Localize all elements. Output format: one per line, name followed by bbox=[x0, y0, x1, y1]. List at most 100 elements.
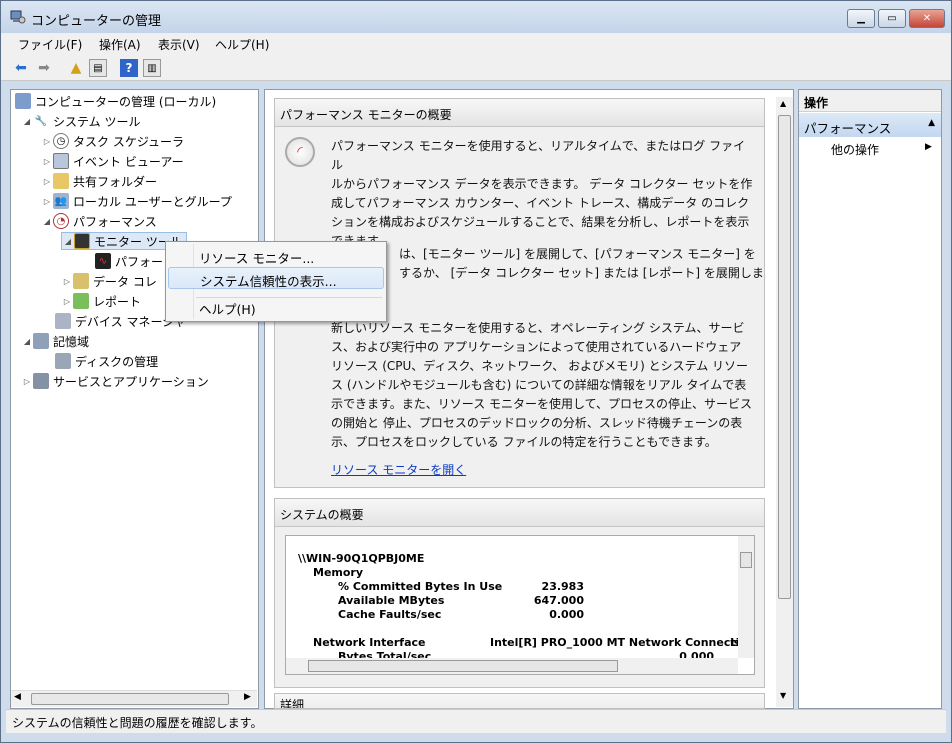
scroll-thumb[interactable] bbox=[778, 115, 791, 599]
back-icon[interactable]: ⬅ bbox=[12, 59, 30, 77]
computer-icon bbox=[15, 93, 31, 109]
actions-heading: 操作 bbox=[799, 90, 941, 112]
text-line: するか、 [データ コレクター セット] または [レポート] を展開しま bbox=[399, 266, 764, 280]
expand-arrow-icon[interactable]: ▷ bbox=[21, 377, 33, 386]
tree-item-disk-management[interactable]: ディスクの管理 bbox=[55, 352, 158, 370]
counter-name: Cache Faults/sec bbox=[338, 608, 442, 621]
collapse-arrow-icon[interactable]: ◢ bbox=[21, 117, 33, 126]
tree-label: レポート bbox=[93, 294, 142, 309]
system-summary-section: システムの概要 \\WIN-90Q1QPBJ0ME Memory % Commi… bbox=[274, 498, 765, 688]
summary-report-box: \\WIN-90Q1QPBJ0ME Memory % Committed Byt… bbox=[285, 535, 755, 675]
menu-help[interactable]: ヘルプ(H) bbox=[215, 36, 269, 53]
close-button[interactable]: ✕ bbox=[909, 9, 945, 28]
tree-label: データ コレ bbox=[93, 274, 157, 289]
tree-item-event-viewer[interactable]: ▷ イベント ビューアー bbox=[41, 152, 184, 170]
tree-item-data-collector[interactable]: ▷ データ コレ bbox=[61, 272, 157, 290]
actions-pane: 操作 パフォーマンス ▲ 他の操作 ▶ bbox=[798, 89, 942, 709]
scroll-down-icon[interactable]: ▼ bbox=[780, 691, 786, 700]
collapse-arrow-icon[interactable]: ◢ bbox=[21, 337, 33, 346]
collapse-arrow-icon[interactable]: ◢ bbox=[62, 237, 74, 246]
other-actions-item[interactable]: 他の操作 bbox=[831, 141, 879, 158]
counter-name: % Committed Bytes In Use bbox=[338, 580, 503, 593]
counter-value: 647.000 bbox=[533, 594, 584, 607]
users-icon: 👥 bbox=[53, 193, 69, 209]
scroll-right-icon[interactable]: ▶ bbox=[244, 692, 251, 702]
show-hide-action-icon[interactable]: ▥ bbox=[143, 59, 161, 77]
minimize-button[interactable]: ▁ bbox=[847, 9, 875, 28]
summary-vertical-scrollbar[interactable] bbox=[738, 536, 754, 658]
tree-item-storage[interactable]: ◢ 記憶域 bbox=[21, 332, 89, 350]
navigation-tree: コンピューターの管理 (ローカル) ◢ 🔧 システム ツール ▷ ◷ タスク スケジュー… bbox=[10, 89, 259, 709]
expand-arrow-icon[interactable]: ▷ bbox=[61, 297, 73, 306]
counter-value: 23.983 bbox=[541, 580, 584, 593]
menu-item-resource-monitor[interactable]: リソース モニター... bbox=[168, 245, 384, 267]
status-bar: システムの信頼性と問題の履歴を確認します。 bbox=[6, 709, 946, 733]
text-line: ルからパフォーマンス データを表示できます。 データ コレクター セットを作 bbox=[331, 177, 753, 191]
tree-item-reports[interactable]: ▷ レポート bbox=[61, 292, 141, 310]
counter-name: Available MBytes bbox=[338, 594, 445, 607]
text-line: リソース (CPU、ディスク、ネットワーク、 およびメモリ) とシステム リソー bbox=[331, 359, 749, 373]
overview-paragraph-3: 新しいリソース モニターを使用すると、オペレーティング システム、サービ ス、お… bbox=[331, 319, 756, 452]
scroll-left-icon[interactable]: ◀ bbox=[14, 692, 21, 702]
text-line: ス、および実行中の アプリケーションによって使用されているハードウェア bbox=[331, 340, 742, 354]
expand-arrow-icon[interactable]: ▷ bbox=[41, 137, 53, 146]
collapse-up-icon[interactable]: ▲ bbox=[928, 118, 935, 128]
overview-paragraph-2: は、[モニター ツール] を展開して、[パフォーマンス モニター] を するか、… bbox=[399, 245, 769, 283]
menu-item-reliability[interactable]: システム信頼性の表示... bbox=[168, 267, 384, 289]
performance-icon: ◔ bbox=[53, 213, 69, 229]
scroll-thumb[interactable] bbox=[308, 660, 618, 672]
title-bar[interactable]: コンピューターの管理 ▁ ▭ ✕ bbox=[1, 1, 951, 33]
open-resource-monitor-link[interactable]: リソース モニターを開く bbox=[331, 461, 481, 480]
menu-item-help[interactable]: ヘルプ(H) bbox=[168, 296, 384, 318]
tree-item-services-apps[interactable]: ▷ サービスとアプリケーション bbox=[21, 372, 209, 390]
expand-arrow-icon[interactable]: ▷ bbox=[41, 197, 53, 206]
tree-item-task-scheduler[interactable]: ▷ ◷ タスク スケジューラ bbox=[41, 132, 184, 150]
services-icon bbox=[33, 373, 49, 389]
summary-horizontal-scrollbar[interactable] bbox=[286, 658, 738, 674]
scroll-up-icon[interactable]: ▲ bbox=[780, 99, 786, 108]
actions-group-label: パフォーマンス bbox=[804, 121, 892, 136]
tree-item-performance[interactable]: ◢ ◔ パフォーマンス bbox=[41, 212, 157, 230]
tree-item-shared-folders[interactable]: ▷ 共有フォルダー bbox=[41, 172, 157, 190]
tools-icon: 🔧 bbox=[34, 115, 48, 127]
up-folder-icon[interactable]: ▲ bbox=[67, 59, 85, 77]
show-hide-tree-icon[interactable]: ▤ bbox=[89, 59, 107, 77]
clock-icon: ◷ bbox=[53, 133, 69, 149]
tree-item-local-users[interactable]: ▷ 👥 ローカル ユーザーとグループ bbox=[41, 192, 232, 210]
expand-arrow-icon[interactable]: ▷ bbox=[41, 157, 53, 166]
text-line: 示、プロセスをロックしている ファイルの特定を行うこともできます。 bbox=[331, 435, 717, 449]
text-line: は、[モニター ツール] を展開して、[パフォーマンス モニター] を bbox=[399, 247, 756, 261]
perf-monitor-icon: ∿ bbox=[95, 253, 111, 269]
text-line: ス (ハンドルやモジュールも含む) についての詳細な情報をリアル タイムで表 bbox=[331, 378, 747, 392]
menu-view[interactable]: 表示(V) bbox=[158, 36, 200, 53]
toolbar: ⬅ ➡ ▲ ▤ ? ▥ bbox=[1, 55, 951, 81]
forward-icon[interactable]: ➡ bbox=[35, 59, 53, 77]
storage-icon bbox=[33, 333, 49, 349]
scroll-thumb[interactable] bbox=[31, 693, 229, 705]
scroll-thumb[interactable] bbox=[740, 552, 752, 568]
expand-arrow-icon[interactable]: ▷ bbox=[41, 177, 53, 186]
tree-horizontal-scrollbar[interactable]: ◀ ▶ bbox=[11, 690, 257, 707]
details-section: 詳細 bbox=[274, 693, 765, 709]
overview-paragraph-1: パフォーマンス モニターを使用すると、リアルタイムで、またはログ ファイル ルか… bbox=[331, 137, 756, 251]
actions-performance-group[interactable]: パフォーマンス ▲ bbox=[799, 113, 941, 137]
tree-label: ローカル ユーザーとグループ bbox=[73, 194, 232, 209]
monitor-tools-icon bbox=[74, 233, 90, 249]
menu-file[interactable]: ファイル(F) bbox=[18, 36, 82, 53]
content-pane: パフォーマンス モニターの概要 ◜ パフォーマンス モニターを使用すると、リアル… bbox=[264, 89, 794, 709]
content-vertical-scrollbar[interactable]: ▲ ▼ bbox=[776, 97, 793, 707]
tree-item-root[interactable]: コンピューターの管理 (ローカル) bbox=[15, 92, 216, 110]
collapse-arrow-icon[interactable]: ◢ bbox=[41, 217, 53, 226]
tree-label: システム ツール bbox=[53, 114, 141, 129]
memory-label: Memory bbox=[313, 566, 364, 579]
tree-label: 記憶域 bbox=[53, 334, 90, 349]
data-collector-icon bbox=[73, 273, 89, 289]
expand-arrow-icon[interactable]: ▷ bbox=[61, 277, 73, 286]
menu-action[interactable]: 操作(A) bbox=[99, 36, 141, 53]
maximize-button[interactable]: ▭ bbox=[878, 9, 906, 28]
help-icon[interactable]: ? bbox=[120, 59, 138, 77]
tree-item-system-tools[interactable]: ◢ 🔧 システム ツール bbox=[21, 112, 141, 130]
tree-item-perf-monitor[interactable]: ∿ パフォー bbox=[95, 252, 163, 270]
event-viewer-icon bbox=[53, 153, 69, 169]
reports-icon bbox=[73, 293, 89, 309]
